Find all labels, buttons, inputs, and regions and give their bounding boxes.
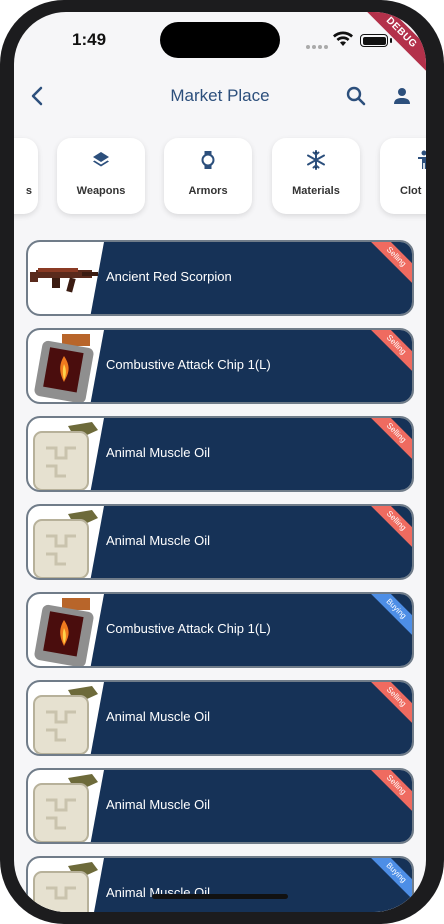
list-item[interactable]: Animal Muscle Oil Selling — [26, 416, 414, 492]
battery-tip — [390, 38, 392, 43]
category-label: s — [25, 185, 32, 197]
person-icon — [418, 150, 426, 169]
list-item[interactable]: Combustive Attack Chip 1(L) Buying — [26, 592, 414, 668]
wifi-icon — [333, 31, 353, 46]
item-name: Combustive Attack Chip 1(L) — [106, 621, 271, 636]
search-icon[interactable] — [344, 84, 368, 108]
category-chip-clothes[interactable]: Clot — [380, 138, 426, 214]
item-name: Animal Muscle Oil — [106, 709, 211, 724]
category-chip-materials[interactable]: Materials — [272, 138, 360, 214]
oil-can-icon — [33, 774, 98, 842]
category-chip-armors[interactable]: Armors — [164, 138, 252, 214]
gun-icon — [30, 268, 98, 293]
list-item[interactable]: Ancient Red Scorpion Selling — [26, 240, 414, 316]
category-label: Armors — [188, 185, 228, 197]
phone-frame: 1:49 DEBUG Market Place s Weapons Armors… — [0, 0, 444, 924]
list-item[interactable]: Animal Muscle Oil Buying — [26, 856, 414, 912]
watch-icon — [201, 151, 215, 169]
oil-can-icon — [33, 686, 98, 754]
item-name: Combustive Attack Chip 1(L) — [106, 357, 271, 372]
item-name: Ancient Red Scorpion — [106, 269, 232, 284]
list-item[interactable]: Animal Muscle Oil Selling — [26, 504, 414, 580]
category-label: Materials — [292, 185, 340, 197]
dynamic-island — [160, 22, 280, 58]
oil-can-icon — [33, 510, 98, 578]
app-bar: Market Place — [14, 76, 426, 116]
category-chip[interactable]: s — [14, 138, 38, 214]
oil-can-icon — [33, 422, 98, 490]
item-name: Animal Muscle Oil — [106, 797, 211, 812]
list-item[interactable]: Animal Muscle Oil Selling — [26, 768, 414, 844]
list-item[interactable]: Combustive Attack Chip 1(L) Selling — [26, 328, 414, 404]
category-chip-weapons[interactable]: Weapons — [57, 138, 145, 214]
category-bar: s Weapons Armors Materials Clot — [14, 138, 426, 214]
signal-dots-icon — [306, 36, 330, 49]
item-name: Animal Muscle Oil — [106, 533, 211, 548]
account-icon[interactable] — [390, 84, 414, 108]
category-label: Weapons — [76, 185, 126, 197]
status-time: 1:49 — [72, 30, 107, 49]
chip-icon — [34, 334, 94, 402]
item-name: Animal Muscle Oil — [106, 445, 211, 460]
chip-icon — [34, 598, 94, 666]
list-item[interactable]: Animal Muscle Oil Selling — [26, 680, 414, 756]
screen: 1:49 DEBUG Market Place s Weapons Armors… — [14, 12, 426, 912]
home-indicator[interactable] — [152, 894, 288, 899]
category-label: Clot — [400, 185, 422, 197]
battery-icon — [360, 34, 388, 47]
status-bar: 1:49 DEBUG — [14, 12, 426, 79]
layers-icon — [93, 152, 109, 167]
oil-can-icon — [33, 862, 98, 912]
snowflake-icon — [307, 150, 325, 170]
